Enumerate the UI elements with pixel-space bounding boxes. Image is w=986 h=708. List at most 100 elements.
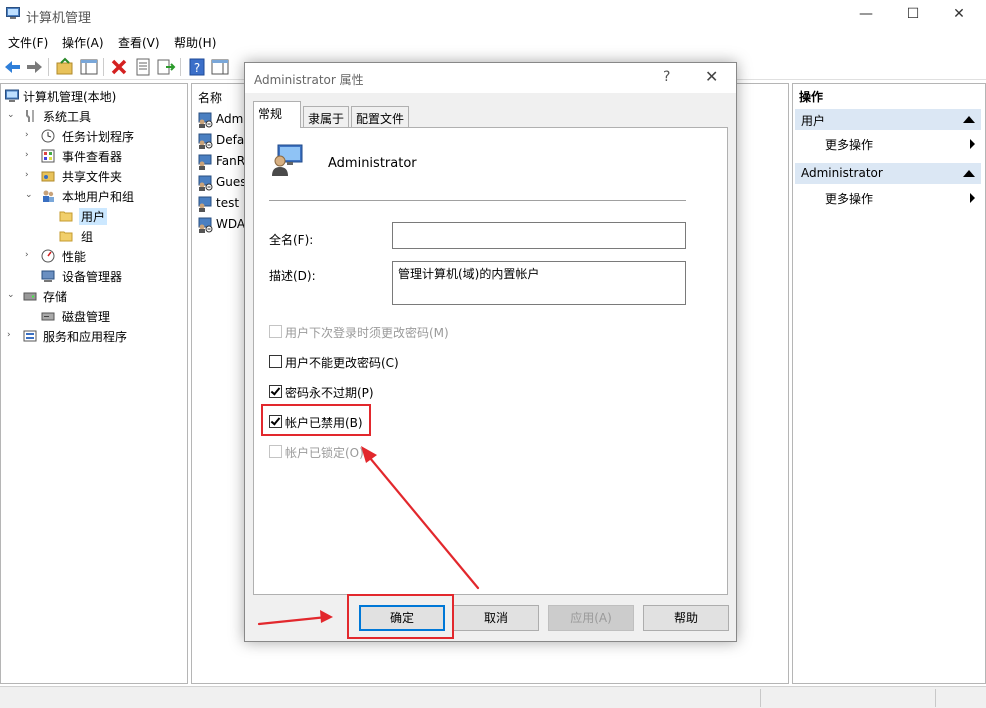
list-item-label: Gues [216, 175, 247, 189]
submenu-arrow-icon[interactable] [970, 139, 975, 149]
collapse-chevron-icon[interactable]: ⌄ [25, 190, 35, 200]
collapse-triangle-icon[interactable] [963, 170, 975, 177]
expand-chevron-icon[interactable]: › [25, 150, 35, 160]
tree-item-services-apps[interactable]: › 服务和应用程序 [7, 326, 185, 346]
dialog-close-button[interactable]: ✕ [705, 67, 718, 86]
tree-item-device-manager[interactable]: 设备管理器 [25, 266, 185, 286]
export-list-icon[interactable] [156, 57, 176, 77]
user-disabled-icon [198, 217, 213, 233]
account-locked-checkbox[interactable]: 帐户已锁定(O) [269, 443, 369, 461]
collapse-triangle-icon[interactable] [963, 116, 975, 123]
tab-general[interactable]: 常规 [253, 101, 301, 128]
annotation-highlight-ok-button [347, 594, 454, 639]
tree-item-performance[interactable]: › 性能 [25, 246, 185, 266]
tree-label: 设备管理器 [62, 270, 123, 284]
tree-item-groups[interactable]: 组 [59, 226, 169, 246]
user-icon [198, 196, 212, 212]
tree-label: 共享文件夹 [62, 170, 123, 184]
menu-bar: 文件(F) 操作(A) 查看(V) 帮助(H) [0, 30, 986, 53]
clock-icon [41, 129, 55, 143]
toolbar-separator [103, 58, 104, 76]
show-hide-tree-icon[interactable] [79, 57, 99, 77]
tree-item-users[interactable]: 用户 [59, 206, 169, 226]
apply-button[interactable]: 应用(A) [548, 605, 634, 631]
forward-arrow-icon[interactable] [24, 57, 44, 77]
column-header-name[interactable]: 名称 [198, 89, 222, 106]
expand-chevron-icon[interactable]: › [25, 170, 35, 180]
dialog-help-button[interactable]: ? [663, 69, 670, 85]
collapse-chevron-icon[interactable]: ⌄ [7, 290, 17, 300]
tree-label: 计算机管理(本地) [23, 90, 117, 104]
properties-icon[interactable] [133, 57, 153, 77]
list-item-label: WDA [216, 217, 246, 231]
tree-item-system-tools[interactable]: ⌄ 系统工具 [7, 106, 185, 126]
description-input[interactable]: 管理计算机(域)的内置帐户 [392, 261, 686, 305]
expand-chevron-icon[interactable]: › [25, 130, 35, 140]
disk-icon [41, 312, 55, 321]
tree-item-event-viewer[interactable]: › 事件查看器 [25, 146, 185, 166]
list-item-label: test [216, 196, 240, 210]
more-actions-users[interactable]: 更多操作 [825, 136, 873, 153]
help-icon[interactable]: ? [187, 57, 207, 77]
more-actions-administrator[interactable]: 更多操作 [825, 190, 873, 207]
user-icon [198, 154, 212, 170]
cannot-change-password-checkbox[interactable]: 用户不能更改密码(C) [269, 353, 409, 371]
expand-chevron-icon[interactable]: › [25, 250, 35, 260]
fullname-input[interactable] [392, 222, 686, 249]
cancel-button[interactable]: 取消 [453, 605, 539, 631]
tree-label: 存储 [43, 290, 68, 304]
svg-text:?: ? [194, 61, 200, 75]
annotation-highlight-disabled-checkbox [261, 404, 371, 436]
tree-item-task-scheduler[interactable]: › 任务计划程序 [25, 126, 185, 146]
tree-item-disk-management[interactable]: 磁盘管理 [25, 306, 185, 326]
account-name: Administrator [328, 156, 417, 171]
action-section-users[interactable]: 用户 [795, 109, 981, 130]
up-folder-icon[interactable] [55, 57, 75, 77]
users-group-icon [43, 190, 54, 202]
help-button[interactable]: 帮助 [643, 605, 729, 631]
checkbox-box [269, 355, 282, 368]
list-item-label: Admi [216, 112, 247, 126]
action-pane-icon[interactable] [210, 57, 230, 77]
checkbox-box [269, 385, 282, 398]
tab-profile[interactable]: 配置文件 [351, 106, 409, 127]
tree-item-storage[interactable]: ⌄ 存储 [7, 286, 185, 306]
user-disabled-icon [198, 175, 213, 191]
fullname-label: 全名(F): [269, 233, 314, 247]
expand-chevron-icon[interactable]: › [7, 330, 17, 340]
menu-help[interactable]: 帮助(H) [174, 34, 216, 51]
tree-label: 服务和应用程序 [43, 330, 128, 344]
tree-label: 任务计划程序 [62, 130, 135, 144]
submenu-arrow-icon[interactable] [970, 193, 975, 203]
menu-action[interactable]: 操作(A) [62, 34, 104, 51]
tree-item-computer-management[interactable]: 计算机管理(本地) [5, 86, 185, 106]
action-section-administrator[interactable]: Administrator [795, 163, 981, 184]
tab-member-of[interactable]: 隶属于 [303, 106, 349, 127]
action-section-label: Administrator [801, 166, 883, 180]
divider [269, 200, 686, 201]
performance-icon [41, 249, 55, 263]
tree-item-local-users-groups[interactable]: ⌄ 本地用户和组 [25, 186, 185, 206]
minimize-button[interactable]: — [853, 4, 879, 26]
collapse-chevron-icon[interactable]: ⌄ [7, 110, 17, 120]
delete-icon[interactable] [109, 57, 129, 77]
password-never-expires-checkbox[interactable]: 密码永不过期(P) [269, 383, 389, 401]
action-section-label: 用户 [801, 114, 826, 128]
administrator-properties-dialog: Administrator 属性 ? ✕ 常规 隶属于 配置文件 Adminis… [244, 62, 737, 642]
dialog-title: Administrator 属性 [254, 73, 364, 87]
checkbox-label: 用户下次登录时须更改密码(M) [285, 326, 449, 340]
menu-file[interactable]: 文件(F) [8, 34, 48, 51]
checkbox-label: 帐户已锁定(O) [285, 446, 364, 460]
toolbar-separator [180, 58, 181, 76]
must-change-password-checkbox[interactable]: 用户下次登录时须更改密码(M) [269, 323, 469, 341]
tree-item-shared-folders[interactable]: › 共享文件夹 [25, 166, 185, 186]
folder-icon [59, 231, 73, 242]
menu-view[interactable]: 查看(V) [118, 34, 160, 51]
tree-label: 事件查看器 [62, 150, 123, 164]
back-arrow-icon[interactable] [3, 57, 23, 77]
checkbox-box [269, 325, 282, 338]
close-window-button[interactable]: ✕ [946, 4, 972, 26]
maximize-button[interactable]: ☐ [900, 4, 926, 26]
status-bar [0, 686, 986, 708]
dialog-titlebar: Administrator 属性 ? ✕ [245, 63, 736, 93]
